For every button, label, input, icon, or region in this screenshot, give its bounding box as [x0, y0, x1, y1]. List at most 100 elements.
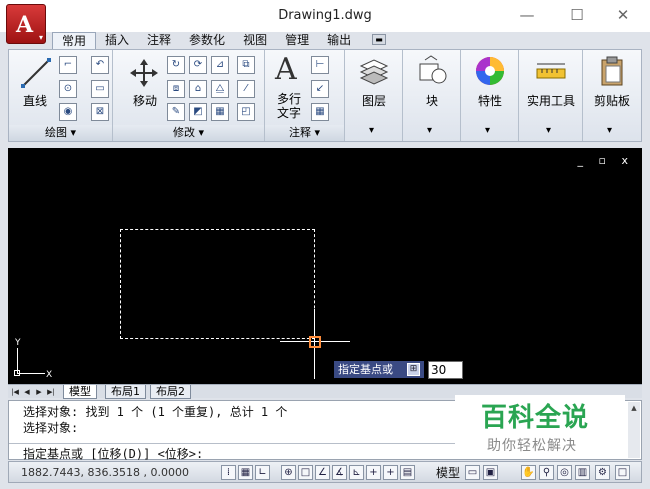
ellipse-icon[interactable]: ◉: [59, 103, 77, 121]
measure-icon[interactable]: [534, 54, 568, 88]
draw-panel: 直线 ⌐ ↶ ⊙ ▭ ◉ ⊠ 绘图 ▾: [9, 50, 113, 141]
model-space-button[interactable]: 模型: [436, 464, 460, 481]
color-wheel-icon[interactable]: [473, 54, 507, 88]
zoom-icon[interactable]: ⚲: [539, 465, 554, 480]
minimize-button[interactable]: —: [510, 4, 544, 26]
properties-label: 特性: [477, 94, 502, 108]
ducs-toggle-icon[interactable]: ⊾: [349, 465, 364, 480]
rotate2-icon[interactable]: ⟳: [189, 56, 207, 74]
table-icon[interactable]: ▦: [311, 103, 329, 121]
showmotion-icon[interactable]: ▥: [575, 465, 590, 480]
stretch-icon[interactable]: ⌂: [189, 80, 207, 98]
hatch-icon[interactable]: ⊠: [91, 103, 109, 121]
clipboard-icon[interactable]: [595, 54, 629, 88]
circle-icon[interactable]: ⊙: [59, 80, 77, 98]
ortho-toggle-icon[interactable]: ∟: [255, 465, 270, 480]
leader-icon[interactable]: ↙: [311, 80, 329, 98]
tab-output[interactable]: 输出: [318, 32, 360, 49]
array-icon[interactable]: ▦: [211, 103, 229, 121]
modify-panel-label[interactable]: 修改 ▾: [113, 125, 264, 141]
grid-toggle-icon[interactable]: ▦: [238, 465, 253, 480]
steeringwheel-icon[interactable]: ◎: [557, 465, 572, 480]
osnap-toggle-icon[interactable]: □: [298, 465, 313, 480]
otrack-toggle-icon[interactable]: ∡: [332, 465, 347, 480]
utilities-expand-icon[interactable]: ▾: [546, 125, 551, 136]
ribbon-minimize-button[interactable]: ▬: [372, 34, 386, 45]
tab-parametric[interactable]: 参数化: [180, 32, 234, 49]
tab-home[interactable]: 常用: [52, 32, 97, 49]
ucs-x-label: X: [46, 370, 53, 380]
tab-model[interactable]: 模型: [63, 385, 97, 399]
drawing-canvas[interactable]: _ ▫ x 指定基点或 ⊞ 30 Y X: [8, 148, 642, 384]
multiline-text-icon[interactable]: A: [275, 52, 297, 87]
line-icon[interactable]: [19, 56, 53, 90]
tab-layout1[interactable]: 布局1: [105, 385, 146, 399]
first-tab-button[interactable]: |◀: [10, 387, 20, 397]
annotation-panel: A 多行 文字 ⊢ ↙ ▦ 注释 ▾: [265, 50, 345, 141]
annotation-panel-label[interactable]: 注释 ▾: [265, 125, 344, 141]
multiline-text-label-2: 文字: [276, 106, 301, 120]
copy-icon[interactable]: ⧈: [167, 80, 185, 98]
polyline-icon[interactable]: ⌐: [59, 56, 77, 74]
tab-annotate[interactable]: 注释: [138, 32, 180, 49]
viewport-controls[interactable]: _ ▫ x: [578, 154, 634, 167]
maximize-button[interactable]: ☐: [560, 4, 594, 26]
command-history-line-1: 选择对象: 找到 1 个 (1 个重复), 总计 1 个: [23, 405, 288, 419]
erase-icon[interactable]: ⧉: [237, 56, 255, 74]
layers-label: 图层: [361, 94, 386, 108]
prev-tab-button[interactable]: ◀: [22, 387, 32, 397]
lineweight-toggle-icon[interactable]: +: [383, 465, 398, 480]
selected-rectangle[interactable]: [120, 229, 315, 339]
autocad-window: Drawing1.dwg — ☐ ✕ A ▾ 常用 插入 注释 参数化 视图 管…: [0, 0, 650, 489]
tab-view[interactable]: 视图: [234, 32, 276, 49]
dyn-toggle-icon[interactable]: +: [366, 465, 381, 480]
tab-insert[interactable]: 插入: [96, 32, 138, 49]
line-label: 直线: [22, 94, 47, 108]
command-history-line-2: 选择对象:: [23, 421, 79, 435]
layers-expand-icon[interactable]: ▾: [369, 125, 374, 136]
scale-icon[interactable]: ◩: [189, 103, 207, 121]
quick-view-layouts-icon[interactable]: ▭: [465, 465, 480, 480]
pickbox-cursor: [309, 336, 321, 348]
explode-icon[interactable]: ⁄: [237, 80, 255, 98]
move-icon[interactable]: [127, 56, 161, 90]
3dosnap-toggle-icon[interactable]: ∠: [315, 465, 330, 480]
mirror-icon[interactable]: ⧋: [211, 80, 229, 98]
tooltip-options-icon[interactable]: ⊞: [407, 363, 420, 376]
rectangle-icon[interactable]: ▭: [91, 80, 109, 98]
tab-manage[interactable]: 管理: [276, 32, 318, 49]
move-label: 移动: [132, 94, 157, 108]
command-input-line[interactable]: 指定基点或 [位移(D)] <位移>:: [9, 443, 467, 461]
trim-icon[interactable]: ⊿: [211, 56, 229, 74]
quick-view-drawings-icon[interactable]: ▣: [483, 465, 498, 480]
block-expand-icon[interactable]: ▾: [427, 125, 432, 136]
application-menu-button[interactable]: A ▾: [6, 4, 46, 44]
properties-expand-icon[interactable]: ▾: [485, 125, 490, 136]
last-tab-button[interactable]: ▶|: [46, 387, 56, 397]
workspace-icon[interactable]: ⚙: [595, 465, 610, 480]
draw-panel-label[interactable]: 绘图 ▾: [9, 125, 112, 141]
dynamic-input-field[interactable]: 30: [428, 361, 463, 379]
layers-icon[interactable]: [357, 54, 391, 88]
chevron-down-icon: ▾: [38, 33, 43, 42]
tab-layout2[interactable]: 布局2: [150, 385, 191, 399]
quick-properties-icon[interactable]: ▤: [400, 465, 415, 480]
layers-panel: 图层 ▾: [345, 50, 403, 141]
block-icon[interactable]: [415, 54, 449, 88]
polar-toggle-icon[interactable]: ⊕: [281, 465, 296, 480]
utilities-label: 实用工具: [526, 94, 575, 108]
arc-icon[interactable]: ↶: [91, 56, 109, 74]
command-scrollbar[interactable]: ▲: [628, 402, 640, 458]
snap-toggle-icon[interactable]: ⁞: [221, 465, 236, 480]
linear-dimension-icon[interactable]: ⊢: [311, 56, 329, 74]
next-tab-button[interactable]: ▶: [34, 387, 44, 397]
pan-icon[interactable]: ✋: [521, 465, 536, 480]
offset-icon[interactable]: ◰: [237, 103, 255, 121]
fillet-icon[interactable]: ✎: [167, 103, 185, 121]
title-bar: Drawing1.dwg — ☐ ✕: [0, 0, 650, 32]
rotate-icon[interactable]: ↻: [167, 56, 185, 74]
clipboard-expand-icon[interactable]: ▾: [607, 125, 612, 136]
close-button[interactable]: ✕: [606, 4, 640, 26]
clean-screen-icon[interactable]: □: [615, 465, 630, 480]
scroll-up-icon[interactable]: ▲: [628, 402, 640, 414]
